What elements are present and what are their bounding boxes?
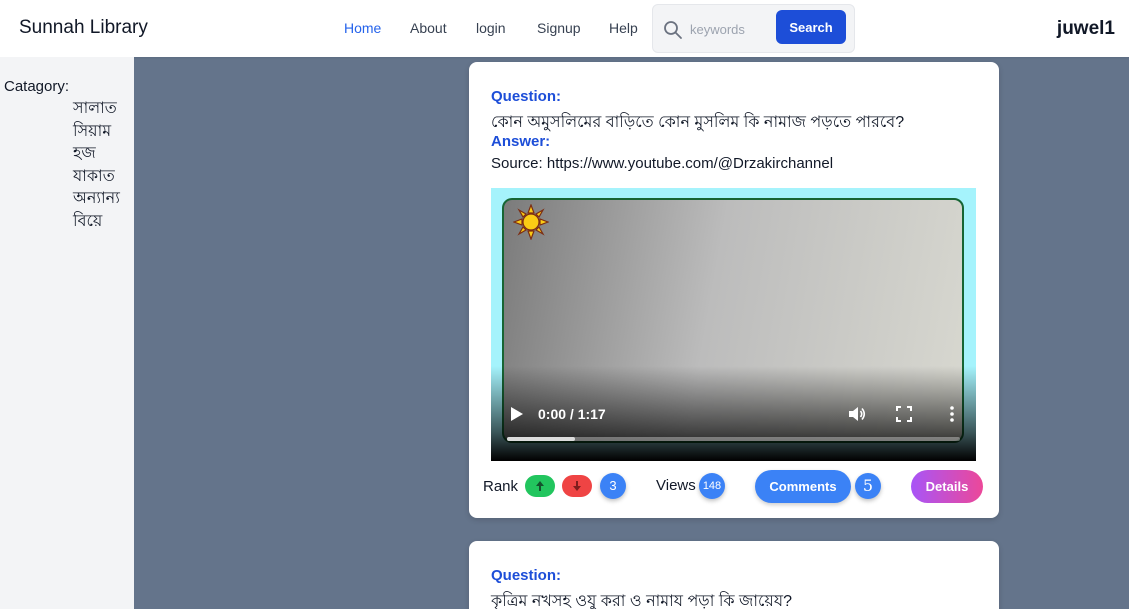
rank-label: Rank bbox=[483, 478, 519, 495]
downvote-button[interactable] bbox=[562, 475, 592, 497]
video-time: 0:00 / 1:17 bbox=[538, 406, 606, 422]
nav-links: Home About login Signup Help bbox=[344, 20, 638, 36]
category-item[interactable]: সালাত bbox=[73, 97, 120, 120]
category-item[interactable]: অন্যান্য bbox=[73, 187, 120, 210]
search-icon bbox=[664, 21, 682, 39]
category-item[interactable]: হজ bbox=[73, 142, 120, 165]
question-label: Question: bbox=[491, 88, 561, 105]
more-options-icon[interactable] bbox=[949, 405, 955, 423]
source-text: Source: https://www.youtube.com/@Drzakir… bbox=[491, 155, 834, 172]
views-label: Views bbox=[656, 477, 696, 494]
fullscreen-icon[interactable] bbox=[896, 406, 912, 422]
arrow-up-icon bbox=[536, 481, 544, 491]
category-item[interactable]: সিয়াম bbox=[73, 120, 120, 143]
category-title: Catagory: bbox=[4, 78, 70, 95]
arrow-down-icon bbox=[573, 481, 581, 491]
category-sidebar: Catagory: সালাত সিয়াম হজ যাকাত অন্যান্য… bbox=[0, 57, 134, 609]
sun-icon bbox=[513, 204, 549, 240]
search-button[interactable]: Search bbox=[776, 10, 846, 44]
nav-help[interactable]: Help bbox=[609, 20, 638, 36]
question-text: কৃত্রিম নখসহ ওযু করা ও নামায পড়া কি জায… bbox=[491, 593, 792, 609]
brand-logo[interactable]: Sunnah Library bbox=[19, 17, 148, 39]
volume-icon[interactable] bbox=[848, 405, 866, 423]
nav-about[interactable]: About bbox=[410, 20, 476, 36]
upvote-button[interactable] bbox=[525, 475, 555, 497]
play-icon[interactable] bbox=[511, 407, 523, 421]
nav-signup[interactable]: Signup bbox=[537, 20, 609, 36]
username[interactable]: juwel1 bbox=[1057, 18, 1115, 40]
rank-count-badge: 3 bbox=[600, 473, 626, 499]
views-count-badge: 148 bbox=[699, 473, 725, 499]
comments-count-badge: 5 bbox=[855, 473, 881, 499]
search-box: Search bbox=[652, 4, 855, 53]
post-card: Question: কোন অমুসলিমের বাড়িতে কোন মুসল… bbox=[469, 62, 999, 518]
category-item[interactable]: বিয়ে bbox=[73, 210, 120, 233]
question-text: কোন অমুসলিমের বাড়িতে কোন মুসলিম কি নামা… bbox=[491, 114, 905, 131]
category-list: সালাত সিয়াম হজ যাকাত অন্যান্য বিয়ে bbox=[73, 97, 120, 232]
navbar: Sunnah Library Home About login Signup H… bbox=[0, 0, 1129, 57]
video-progress-bar[interactable] bbox=[507, 437, 960, 441]
category-item[interactable]: যাকাত bbox=[73, 165, 120, 188]
search-input[interactable] bbox=[690, 19, 780, 39]
question-label: Question: bbox=[491, 567, 561, 584]
comments-button[interactable]: Comments bbox=[755, 470, 851, 503]
video-player[interactable]: 0:00 / 1:17 bbox=[491, 188, 976, 461]
video-buffered-bar bbox=[507, 437, 575, 441]
nav-login[interactable]: login bbox=[476, 20, 537, 36]
post-card: Question: কৃত্রিম নখসহ ওযু করা ও নামায প… bbox=[469, 541, 999, 609]
answer-label: Answer: bbox=[491, 133, 551, 150]
details-button[interactable]: Details bbox=[911, 470, 983, 503]
nav-home[interactable]: Home bbox=[344, 20, 410, 36]
